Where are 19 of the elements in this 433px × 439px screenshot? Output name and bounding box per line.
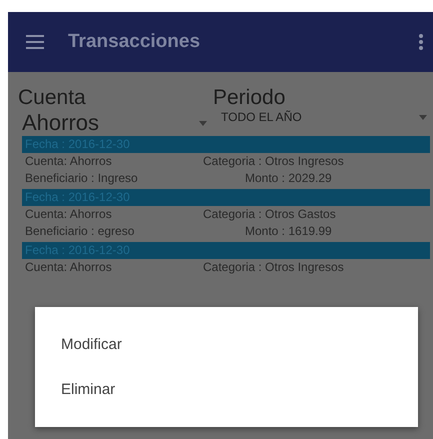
record-amount: Monto : 1619.99	[244, 223, 332, 240]
record-account: Cuenta: Ahorros	[25, 206, 113, 223]
menu-item[interactable]: Eliminar	[35, 371, 418, 408]
record-payee: Beneficiario : egreso	[25, 223, 136, 240]
record-category: Categoria : Otros Ingresos	[203, 153, 344, 170]
record-category: Categoria : Otros Gastos	[203, 206, 336, 223]
record-amount: Monto : 2029.29	[244, 170, 332, 187]
dropdown-caret-icon	[199, 120, 207, 126]
dropdown-caret-icon	[419, 114, 427, 120]
filter-label: Periodo	[213, 86, 286, 110]
menu-item[interactable]: Modificar	[35, 326, 418, 363]
record-account: Cuenta: Ahorros	[25, 259, 113, 276]
filter-label: Cuenta	[18, 86, 87, 110]
record-category: Categoria : Otros Ingresos	[203, 259, 344, 276]
screen-title: Transacciones	[68, 31, 202, 53]
menu-icon[interactable]	[26, 35, 44, 49]
more-options-icon[interactable]	[419, 34, 423, 50]
record-payee: Beneficiario : Ingreso	[25, 170, 139, 187]
record-account: Cuenta: Ahorros	[25, 153, 113, 170]
